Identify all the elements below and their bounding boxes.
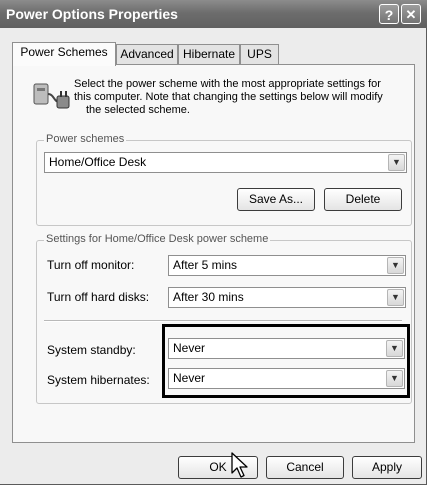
tab-power-schemes[interactable]: Power Schemes (12, 42, 116, 66)
intro-text: Select the power scheme with the most ap… (74, 78, 414, 117)
intro-line: the selected scheme. (86, 104, 190, 116)
monitor-value: After 5 mins (173, 258, 238, 272)
divider (44, 320, 402, 322)
tab-hibernate[interactable]: Hibernate (178, 44, 240, 64)
save-as-button[interactable]: Save As... (237, 188, 315, 211)
help-button[interactable]: ? (379, 4, 399, 24)
tab-advanced[interactable]: Advanced (116, 44, 178, 64)
cancel-button[interactable]: Cancel (266, 456, 344, 479)
mouse-pointer-icon (230, 452, 250, 480)
power-options-icon (32, 80, 72, 112)
window-title: Power Options Properties (6, 6, 178, 22)
apply-button[interactable]: Apply (352, 456, 422, 479)
settings-legend: Settings for Home/Office Desk power sche… (44, 233, 271, 245)
hard-disks-value: After 30 mins (173, 290, 244, 304)
chevron-down-icon[interactable]: ▼ (387, 257, 404, 274)
monitor-label: Turn off monitor: (47, 258, 135, 272)
tab-ups[interactable]: UPS (240, 44, 279, 64)
hard-disks-select[interactable]: After 30 mins ▼ (168, 287, 406, 308)
power-scheme-select[interactable]: Home/Office Desk ▼ (44, 152, 407, 173)
chevron-down-icon[interactable]: ▼ (388, 154, 405, 171)
intro-line: this computer. Note that changing the se… (74, 91, 383, 103)
dialog-window: Power Options Properties ? ✕ Power Schem… (0, 0, 427, 485)
hard-disks-label: Turn off hard disks: (47, 290, 150, 304)
intro-line: Select the power scheme with the most ap… (74, 78, 381, 90)
title-bar[interactable]: Power Options Properties ? ✕ (0, 0, 427, 28)
power-scheme-value: Home/Office Desk (49, 155, 147, 169)
close-button[interactable]: ✕ (401, 4, 421, 24)
power-schemes-legend: Power schemes (44, 133, 127, 145)
monitor-select[interactable]: After 5 mins ▼ (168, 255, 406, 276)
highlight-box (162, 324, 410, 398)
chevron-down-icon[interactable]: ▼ (387, 289, 404, 306)
delete-button[interactable]: Delete (324, 188, 402, 211)
hibernates-label: System hibernates: (47, 373, 150, 387)
standby-label: System standby: (47, 343, 136, 357)
